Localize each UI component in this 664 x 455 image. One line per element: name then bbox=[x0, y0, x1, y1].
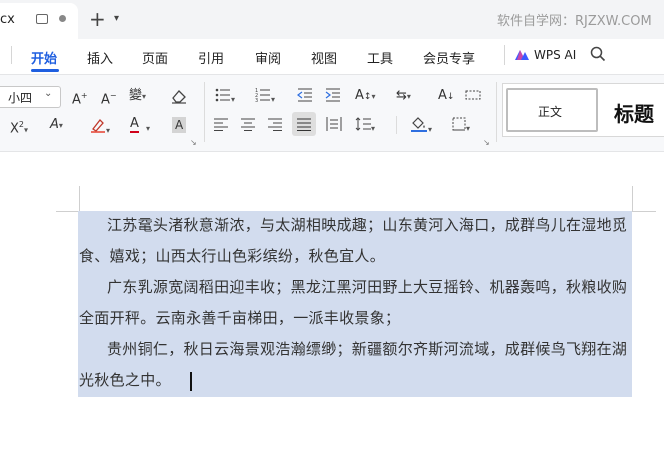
menu-tab-review[interactable]: 审阅 bbox=[255, 48, 281, 67]
group-separator bbox=[496, 82, 497, 142]
menu-tab-insert[interactable]: 插入 bbox=[87, 48, 113, 67]
align-left-icon[interactable] bbox=[214, 118, 228, 136]
text-direction-icon[interactable]: A↕▾ bbox=[355, 88, 375, 105]
chevron-down-icon[interactable]: ▾ bbox=[146, 121, 150, 137]
paragraph-dialog-launcher-icon[interactable]: ↘ bbox=[483, 138, 490, 147]
superscript-icon[interactable]: X2▾ bbox=[10, 117, 28, 138]
numbered-list-icon[interactable]: 1 2 3 ▾ bbox=[255, 88, 275, 108]
decrease-font-icon[interactable]: A− bbox=[101, 88, 117, 108]
justify-button[interactable] bbox=[292, 112, 316, 136]
increase-indent-icon[interactable] bbox=[325, 88, 341, 107]
wps-ai-logo-icon[interactable] bbox=[514, 47, 530, 66]
menu-divider bbox=[504, 45, 505, 65]
highlight-pen-icon[interactable]: ▾ bbox=[90, 117, 110, 139]
page-corner-mark bbox=[79, 186, 80, 212]
new-tab-chevron-icon[interactable]: ▾ bbox=[114, 13, 119, 24]
paragraph[interactable]: 江苏鼋头渚秋意渐浓，与太湖相映成趣；山东黄河入海口，成群鸟儿在湿地觅食、嬉戏；山… bbox=[79, 210, 634, 272]
menu-tab-references[interactable]: 引用 bbox=[198, 48, 224, 67]
char-shading-icon[interactable]: A bbox=[172, 117, 187, 133]
page-corner-mark bbox=[632, 186, 633, 212]
font-size-value: 小四 bbox=[8, 91, 33, 105]
sort-icon[interactable]: A↓ bbox=[438, 88, 454, 105]
new-tab-plus-icon[interactable]: + bbox=[89, 9, 106, 29]
borders-icon[interactable]: ▾ bbox=[452, 117, 470, 137]
increase-font-icon[interactable]: A+ bbox=[72, 88, 88, 108]
menu-tab-view[interactable]: 视图 bbox=[311, 48, 337, 67]
font-dialog-launcher-icon[interactable]: ↘ bbox=[190, 138, 197, 147]
menu-divider bbox=[11, 46, 12, 64]
style-normal-label: 正文 bbox=[538, 105, 563, 119]
wps-ai-button[interactable]: WPS AI bbox=[534, 48, 576, 62]
paragraph[interactable]: 贵州铜仁，秋日云海景观浩瀚缥缈；新疆额尔齐斯河流域，成群候鸟飞翔在湖光秋色之中。 bbox=[79, 334, 634, 396]
line-break-icon[interactable]: ⇆▾ bbox=[396, 88, 411, 105]
window-icon[interactable] bbox=[36, 14, 48, 24]
unsaved-dot-icon bbox=[59, 15, 66, 22]
style-heading-button[interactable]: 标题 bbox=[614, 98, 654, 127]
line-spacing-icon[interactable]: ▾ bbox=[355, 117, 375, 137]
decrease-indent-icon[interactable] bbox=[297, 88, 313, 107]
group-separator bbox=[204, 82, 205, 142]
chevron-down-icon[interactable]: ⌄ bbox=[44, 88, 52, 99]
watermark-text: 软件自学网：RJZXW.COM bbox=[497, 14, 652, 29]
align-center-icon[interactable] bbox=[241, 118, 255, 136]
show-marks-icon[interactable] bbox=[465, 88, 481, 107]
svg-text:3: 3 bbox=[255, 98, 258, 102]
clear-format-icon[interactable] bbox=[170, 88, 188, 109]
font-color-icon[interactable]: A bbox=[130, 116, 139, 133]
active-tab-underline bbox=[31, 69, 59, 72]
shading-bucket-icon[interactable]: ▾ bbox=[410, 116, 432, 138]
group-separator bbox=[396, 116, 397, 134]
menu-tab-home[interactable]: 开始 bbox=[31, 48, 57, 67]
search-icon[interactable] bbox=[590, 46, 606, 66]
bullet-list-icon[interactable]: ▾ bbox=[215, 88, 235, 108]
phonetic-guide-icon[interactable]: 變▾ bbox=[129, 88, 146, 105]
distribute-align-icon[interactable] bbox=[326, 117, 342, 136]
menu-tab-page[interactable]: 页面 bbox=[142, 48, 168, 67]
document-tab-title: cx bbox=[0, 12, 15, 27]
text-cursor bbox=[190, 372, 192, 391]
menu-tab-tools[interactable]: 工具 bbox=[367, 48, 393, 67]
paragraph[interactable]: 广东乳源宽阔稻田迎丰收；黑龙江黑河田野上大豆摇铃、机器轰鸣，秋粮收购全面开秤。云… bbox=[79, 272, 634, 334]
page-corner-mark bbox=[632, 211, 656, 212]
align-right-icon[interactable] bbox=[268, 118, 282, 136]
menu-tab-member[interactable]: 会员专享 bbox=[423, 48, 475, 67]
page-corner-mark bbox=[56, 211, 80, 212]
text-effect-icon[interactable]: A▾ bbox=[50, 117, 63, 134]
